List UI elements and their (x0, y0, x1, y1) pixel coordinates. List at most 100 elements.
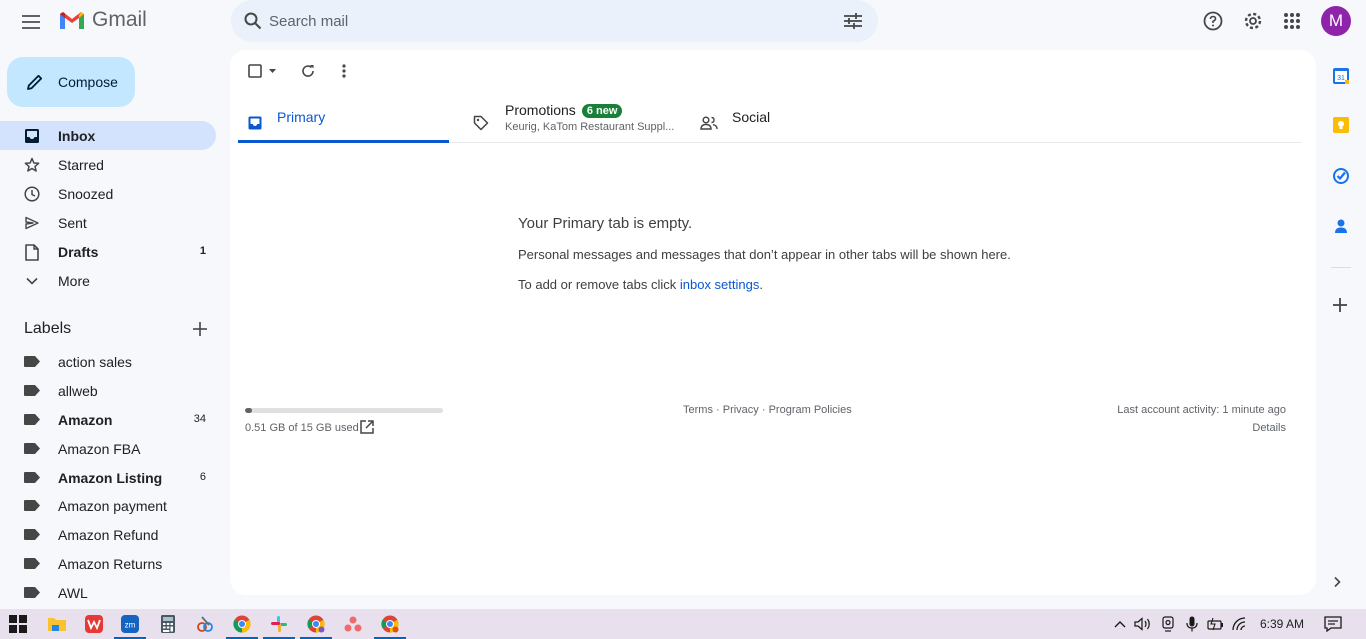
tab-promotions[interactable]: Promotions 6 new Keurig, KaTom Restaurant… (464, 100, 684, 143)
label-item-amazon-fba[interactable]: Amazon FBA (0, 434, 216, 463)
label-item-amazon-refund[interactable]: Amazon Refund (0, 520, 216, 549)
empty-settings-hint: To add or remove tabs click inbox settin… (518, 277, 763, 292)
label-name: Amazon (58, 411, 113, 428)
footer-links: Terms · Privacy · Program Policies (683, 404, 852, 416)
search-icon[interactable] (241, 9, 265, 33)
inbox-icon (22, 126, 42, 146)
chrome-profile-icon[interactable] (300, 613, 332, 639)
account-avatar[interactable]: M (1321, 6, 1351, 36)
label-tag-icon (24, 384, 40, 396)
show-hidden-icons-chevron[interactable] (1109, 613, 1131, 635)
gmail-logo[interactable]: Gmail (58, 8, 147, 32)
draft-icon (22, 242, 42, 262)
tab-subtitle: Keurig, KaTom Restaurant Suppl... (505, 121, 675, 133)
label-item-awl[interactable]: AWL (0, 578, 216, 607)
main-panel: Primary Promotions 6 new Keurig, KaTom Re… (230, 50, 1316, 595)
select-all-checkbox[interactable] (244, 62, 282, 80)
sidebar-item-starred[interactable]: Starred (0, 150, 216, 179)
side-panel: 31 (1316, 50, 1366, 610)
main-menu-icon[interactable] (20, 10, 44, 34)
labels-heading: Labels (24, 320, 72, 337)
send-icon (22, 213, 42, 233)
compose-button[interactable]: Compose (7, 57, 135, 107)
empty-description: Personal messages and messages that don’… (518, 247, 1011, 262)
label-item-amazon-returns[interactable]: Amazon Returns (0, 549, 216, 578)
tab-label: Promotions 6 new (505, 102, 623, 118)
label-item-allweb[interactable]: allweb (0, 376, 216, 405)
wifi-icon[interactable] (1230, 613, 1252, 635)
camera-icon[interactable] (1157, 613, 1179, 635)
tag-icon (472, 114, 490, 132)
contacts-icon[interactable] (1332, 217, 1350, 235)
label-tag-icon (24, 442, 40, 454)
sidebar-item-label: Snoozed (58, 186, 114, 202)
inbox-settings-link[interactable]: inbox settings (680, 277, 760, 292)
volume-icon[interactable] (1132, 613, 1154, 635)
clock-icon (22, 184, 42, 204)
terms-link[interactable]: Terms (683, 404, 713, 416)
more-options-icon[interactable] (334, 61, 354, 81)
zoom-app-icon[interactable]: zm (114, 613, 146, 639)
chevron-down-icon (22, 271, 42, 291)
keep-icon[interactable] (1332, 116, 1350, 134)
search-input[interactable] (269, 8, 829, 34)
get-addons-icon[interactable] (1332, 297, 1350, 315)
compose-label: Compose (58, 74, 118, 90)
sidebar-item-inbox[interactable]: Inbox (0, 121, 216, 150)
label-count: 6 (199, 470, 206, 483)
tasks-icon[interactable] (1332, 167, 1350, 185)
label-item-amazon-listing[interactable]: Amazon Listing 6 (0, 463, 216, 492)
label-name: Amazon payment (58, 498, 167, 515)
pencil-icon (23, 70, 47, 94)
search-bar (231, 0, 878, 42)
app-name: Gmail (92, 8, 147, 31)
slack-icon[interactable] (263, 613, 295, 639)
microphone-icon[interactable] (1181, 613, 1203, 635)
sidebar-item-label: Inbox (58, 128, 96, 144)
tab-social[interactable]: Social (692, 100, 902, 143)
file-explorer-icon[interactable] (46, 613, 68, 635)
search-options-icon[interactable] (841, 9, 865, 33)
open-in-new-icon[interactable] (360, 420, 374, 434)
label-item-amazon[interactable]: Amazon 34 (0, 405, 216, 434)
tab-label: Primary (277, 109, 326, 125)
notification-center-icon[interactable] (1322, 613, 1344, 635)
battery-icon[interactable] (1205, 613, 1227, 635)
settings-gear-icon[interactable] (1240, 8, 1266, 34)
label-count: 34 (193, 412, 206, 425)
sidebar-item-label: Drafts (58, 244, 99, 260)
sidebar-item-drafts[interactable]: Drafts 1 (0, 237, 216, 266)
label-item-action-sales[interactable]: action sales (0, 347, 216, 376)
asana-icon[interactable] (342, 613, 364, 635)
help-icon[interactable] (1200, 8, 1226, 34)
refresh-icon[interactable] (298, 61, 318, 81)
chrome-profile-2-icon[interactable] (374, 613, 406, 639)
gmail-m-icon (60, 12, 84, 29)
program-policies-link[interactable]: Program Policies (769, 404, 852, 416)
windows-start-icon[interactable] (7, 613, 29, 635)
sidebar-item-more[interactable]: More (0, 266, 216, 295)
taskbar-clock[interactable]: 6:39 AM (1260, 617, 1304, 631)
wps-office-icon[interactable] (83, 613, 105, 635)
snipping-tool-icon[interactable] (194, 613, 216, 635)
last-activity-text: Last account activity: 1 minute ago (1117, 404, 1286, 416)
label-item-amazon-payment[interactable]: Amazon payment (0, 491, 216, 520)
calendar-icon[interactable]: 31 (1332, 67, 1350, 85)
details-link[interactable]: Details (1117, 422, 1286, 434)
google-apps-icon[interactable] (1279, 8, 1305, 34)
empty-title: Your Primary tab is empty. (518, 215, 693, 232)
calculator-icon[interactable] (157, 613, 179, 635)
sidebar-item-snoozed[interactable]: Snoozed (0, 179, 216, 208)
label-tag-icon (24, 558, 40, 570)
label-name: Amazon Refund (58, 527, 159, 544)
sidebar-item-sent[interactable]: Sent (0, 208, 216, 237)
privacy-link[interactable]: Privacy (723, 404, 759, 416)
label-name: allweb (58, 382, 98, 399)
chrome-icon[interactable] (226, 613, 258, 639)
add-label-icon[interactable] (190, 319, 210, 339)
sidebar-item-label: Starred (58, 157, 104, 173)
expand-panel-icon[interactable] (1332, 575, 1350, 593)
tab-primary[interactable]: Primary (238, 100, 449, 143)
label-tag-icon (24, 529, 40, 541)
label-name: action sales (58, 354, 132, 370)
